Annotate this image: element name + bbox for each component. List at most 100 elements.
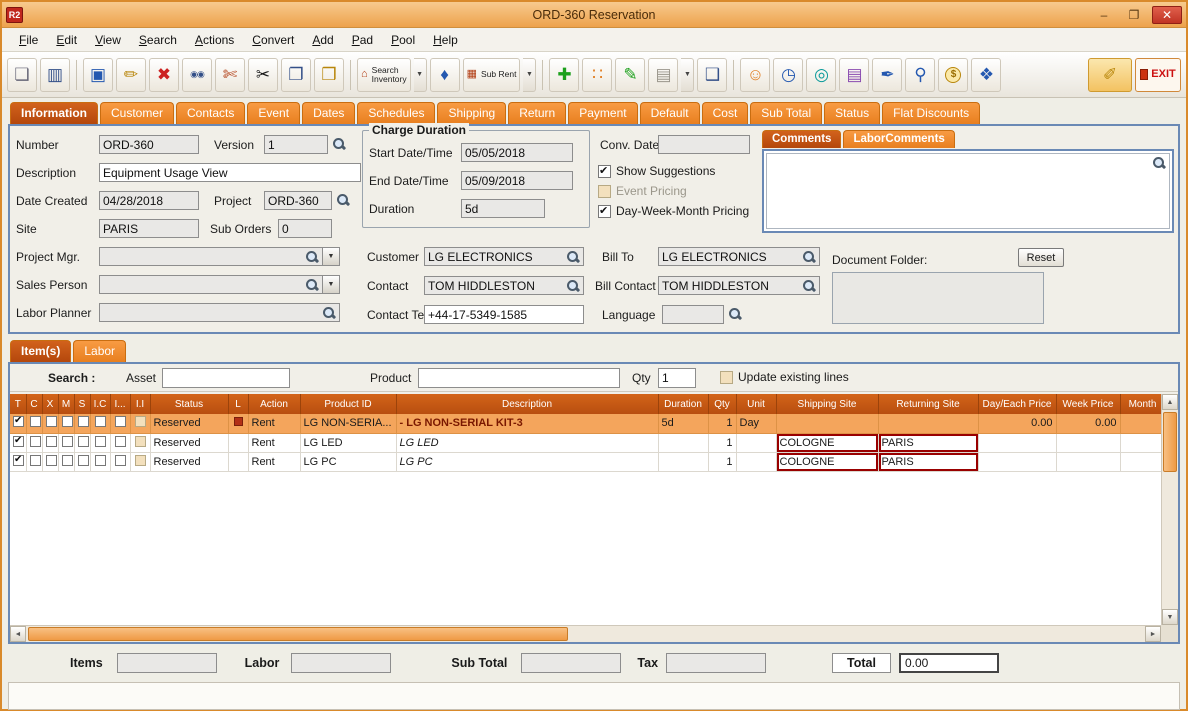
menu-pad[interactable]: Pad	[343, 30, 382, 50]
cell-unit[interactable]: Day	[736, 414, 777, 434]
row-checkbox[interactable]	[77, 454, 89, 466]
key-button[interactable]: ⚲	[905, 57, 936, 92]
cell-product-id[interactable]: LG PC	[300, 452, 397, 472]
menu-add[interactable]: Add	[303, 30, 342, 50]
customer-field[interactable]: LG ELECTRONICS	[424, 247, 584, 266]
col-shipping-site[interactable]: Shipping Site	[776, 394, 879, 414]
asset-input[interactable]	[162, 368, 290, 388]
exit-button[interactable]: EXIT	[1135, 57, 1181, 92]
row-checkbox[interactable]	[13, 454, 24, 466]
row-checkbox[interactable]	[61, 416, 73, 428]
cell-qty[interactable]: 1	[708, 414, 737, 434]
close-button[interactable]: ✕	[1152, 5, 1182, 24]
row-checkbox[interactable]	[114, 435, 126, 447]
col-day-price[interactable]: Day/Each Price	[978, 394, 1057, 414]
contact-field[interactable]: TOM HIDDLESTON	[424, 276, 584, 295]
cell-month[interactable]	[1120, 452, 1166, 472]
comments-textarea[interactable]	[766, 153, 1170, 229]
delete-button[interactable]: ✖	[149, 57, 179, 92]
row-checkbox[interactable]	[45, 454, 57, 466]
site-field[interactable]: PARIS	[99, 219, 199, 238]
tab-sub-total[interactable]: Sub Total	[750, 102, 823, 124]
tab-payment[interactable]: Payment	[568, 102, 638, 124]
print-button[interactable]: ▥	[40, 57, 70, 92]
tab-schedules[interactable]: Schedules	[357, 102, 436, 124]
row-checkbox[interactable]	[45, 435, 57, 447]
cell-unit[interactable]	[736, 452, 777, 472]
document-folder-box[interactable]	[832, 272, 1044, 324]
note-edit-button[interactable]: ✎	[615, 57, 646, 92]
cell-qty[interactable]: 1	[708, 433, 737, 453]
cell-shipping-site[interactable]: COLOGNE	[776, 433, 879, 453]
find-button[interactable]: ◉◉	[182, 57, 212, 92]
col-ii[interactable]: I.I	[130, 394, 151, 414]
row-checkbox[interactable]	[94, 454, 106, 466]
cell-l-flag[interactable]	[228, 414, 249, 434]
tab-information[interactable]: Information	[10, 102, 98, 124]
cell-l-flag[interactable]	[228, 433, 249, 453]
row-checkbox[interactable]	[114, 416, 126, 428]
cell-week-price[interactable]	[1056, 433, 1121, 453]
table-row[interactable]: Reserved Rent LG LED LG LED 1 COLOGNE PA…	[10, 433, 1166, 453]
row-checkbox[interactable]	[29, 416, 41, 428]
maximize-button[interactable]: ❐	[1122, 6, 1146, 24]
sales-person-field[interactable]	[99, 275, 323, 294]
cell-action[interactable]: Rent	[248, 414, 301, 434]
col-status[interactable]: Status	[150, 394, 229, 414]
menu-help[interactable]: Help	[424, 30, 467, 50]
version-search-icon[interactable]	[332, 137, 346, 151]
cell-day-price[interactable]	[978, 452, 1057, 472]
scroll-down-button[interactable]: ▼	[1162, 609, 1178, 625]
scroll-left-button[interactable]: ◄	[10, 626, 26, 642]
smiley-button[interactable]: ☺	[740, 57, 771, 92]
tab-default[interactable]: Default	[639, 102, 700, 124]
conv-date-field[interactable]	[658, 135, 750, 154]
cell-qty[interactable]: 1	[708, 452, 737, 472]
cell-returning-site[interactable]: PARIS	[878, 452, 979, 472]
tab-items[interactable]: Item(s)	[10, 340, 72, 362]
number-field[interactable]: ORD-360	[99, 135, 199, 154]
cell-day-price[interactable]: 0.00	[978, 414, 1057, 434]
row-checkbox[interactable]	[134, 416, 146, 428]
copy-button[interactable]: ❐	[281, 57, 311, 92]
cell-description[interactable]: LG LED	[396, 433, 659, 453]
cell-month[interactable]	[1120, 414, 1166, 434]
sales-person-dropdown[interactable]: ▼	[323, 275, 340, 294]
cell-shipping-site[interactable]: COLOGNE	[776, 452, 879, 472]
duration-field[interactable]: 5d	[461, 199, 545, 218]
col-m[interactable]: M	[58, 394, 75, 414]
add-line-button[interactable]: ✚	[549, 57, 580, 92]
cell-product-id[interactable]: LG LED	[300, 433, 397, 453]
print-options-dropdown[interactable]: ▼	[681, 57, 695, 92]
sub-rent-button[interactable]: ▦ Sub Rent	[462, 57, 521, 92]
sub-orders-field[interactable]: 0	[278, 219, 332, 238]
col-returning-site[interactable]: Returning Site	[878, 394, 979, 414]
search-inventory-dropdown[interactable]: ▼	[413, 57, 427, 92]
clock-button[interactable]: ◷	[773, 57, 804, 92]
menu-search[interactable]: Search	[130, 30, 186, 50]
show-suggestions-box[interactable]	[598, 164, 611, 178]
contact-search-icon[interactable]	[566, 279, 580, 293]
menu-file[interactable]: File	[10, 30, 47, 50]
project-field[interactable]: ORD-360	[264, 191, 332, 210]
cell-returning-site[interactable]: PARIS	[878, 433, 979, 453]
col-product-id[interactable]: Product ID	[300, 394, 397, 414]
row-checkbox[interactable]	[61, 435, 73, 447]
vertical-scrollbar[interactable]: ▲ ▼	[1161, 394, 1178, 625]
row-checkbox[interactable]	[29, 454, 41, 466]
menu-convert[interactable]: Convert	[243, 30, 303, 50]
dwm-pricing-checkbox[interactable]: Day-Week-Month Pricing	[598, 204, 749, 218]
project-search-icon[interactable]	[336, 193, 350, 207]
pen-tool-button[interactable]: ✐	[1088, 57, 1132, 92]
row-checkbox[interactable]	[94, 435, 106, 447]
tab-labor[interactable]: Labor	[73, 340, 127, 362]
col-action[interactable]: Action	[248, 394, 301, 414]
scroll-up-button[interactable]: ▲	[1162, 394, 1178, 410]
menu-pool[interactable]: Pool	[382, 30, 424, 50]
version-field[interactable]: 1	[264, 135, 328, 154]
cell-action[interactable]: Rent	[248, 433, 301, 453]
bill-to-search-icon[interactable]	[802, 250, 816, 264]
cell-status[interactable]: Reserved	[150, 414, 229, 434]
language-search-icon[interactable]	[728, 307, 742, 321]
show-suggestions-checkbox[interactable]: Show Suggestions	[598, 164, 715, 178]
